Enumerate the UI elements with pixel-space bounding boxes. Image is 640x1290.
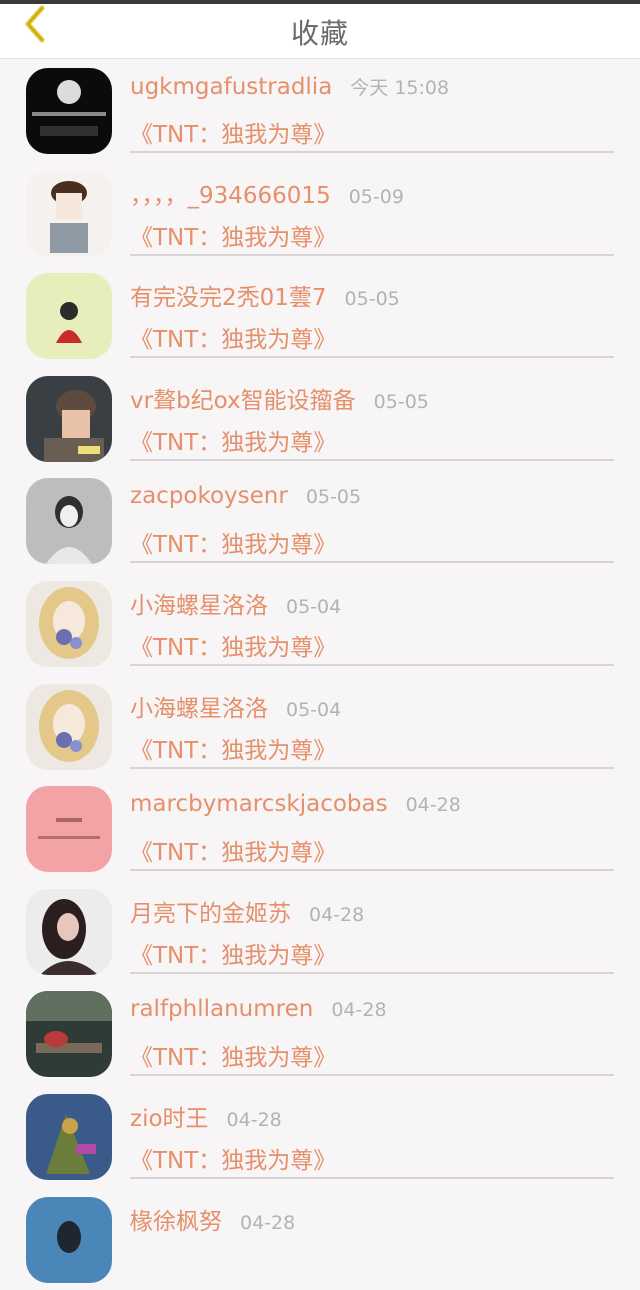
work-title[interactable]: 《TNT：独我为尊》 [130, 423, 336, 457]
divider [130, 663, 614, 666]
user-name[interactable]: ugkmgafustradlia [130, 74, 332, 100]
favorites-list: ugkmgafustradlia 今天 15:08 《TNT：独我为尊》 ，，，… [0, 59, 640, 1290]
work-title[interactable]: 《TNT：独我为尊》 [130, 115, 336, 149]
work-title[interactable]: 《TNT：独我为尊》 [130, 218, 336, 252]
divider [130, 458, 614, 461]
user-name[interactable]: ，，，，_934666015 [130, 176, 331, 210]
timestamp: 05-05 [373, 390, 429, 413]
avatar[interactable] [26, 786, 112, 873]
avatar[interactable] [26, 170, 112, 257]
work-title[interactable]: 《TNT：独我为尊》 [130, 1141, 336, 1175]
timestamp: 05-09 [348, 185, 404, 208]
divider [130, 766, 614, 769]
avatar[interactable] [26, 375, 112, 462]
timestamp: 04-28 [226, 1108, 282, 1131]
user-name[interactable]: 月亮下的金姬苏 [130, 894, 291, 928]
avatar[interactable] [26, 888, 112, 975]
list-item[interactable]: 小海螺星洛洛 05-04 《TNT：独我为尊》 [0, 675, 640, 778]
header-bar: 收藏 [0, 4, 640, 59]
divider [130, 971, 614, 974]
user-name[interactable]: zacpokoysenr [130, 483, 288, 509]
user-name[interactable]: 小海螺星洛洛 [130, 689, 268, 723]
list-item[interactable]: 小海螺星洛洛 05-04 《TNT：独我为尊》 [0, 572, 640, 675]
avatar[interactable] [26, 478, 112, 565]
work-title[interactable]: 《TNT：独我为尊》 [130, 936, 336, 970]
avatar[interactable] [26, 683, 112, 770]
user-name[interactable]: 小海螺星洛洛 [130, 586, 268, 620]
timestamp: 05-04 [286, 595, 342, 618]
list-item[interactable]: 月亮下的金姬苏 04-28 《TNT：独我为尊》 [0, 880, 640, 983]
timestamp: 04-28 [331, 999, 387, 1022]
avatar[interactable] [26, 1196, 112, 1283]
work-title[interactable]: 《TNT：独我为尊》 [130, 628, 336, 662]
avatar[interactable] [26, 580, 112, 667]
timestamp: 04-28 [405, 794, 461, 817]
page-title: 收藏 [290, 17, 349, 50]
work-title[interactable]: 《TNT：独我为尊》 [130, 833, 336, 867]
work-title[interactable]: 《TNT：独我为尊》 [130, 525, 336, 559]
user-name[interactable]: zio时王 [130, 1099, 209, 1133]
timestamp: 04-28 [309, 903, 365, 926]
timestamp: 04-28 [240, 1211, 296, 1234]
work-title[interactable]: 《TNT：独我为尊》 [130, 320, 336, 354]
divider [130, 561, 614, 564]
avatar[interactable] [26, 1093, 112, 1180]
timestamp: 05-04 [286, 698, 342, 721]
work-title[interactable]: 《TNT：独我为尊》 [130, 1038, 336, 1072]
user-name[interactable]: 有完没完2秃01蕓7 [130, 278, 327, 312]
divider [130, 253, 614, 256]
list-item[interactable]: vr聱b纪ox智能设籀备 05-05 《TNT：独我为尊》 [0, 367, 640, 470]
list-item[interactable]: ugkmgafustradlia 今天 15:08 《TNT：独我为尊》 [0, 59, 640, 162]
avatar[interactable] [26, 68, 112, 154]
list-item[interactable]: ，，，，_934666015 05-09 《TNT：独我为尊》 [0, 162, 640, 265]
list-item[interactable]: zio时王 04-28 《TNT：独我为尊》 [0, 1085, 640, 1188]
list-item[interactable]: 椽徐枫努 04-28 [0, 1188, 640, 1290]
divider [130, 151, 614, 153]
avatar[interactable] [26, 991, 112, 1078]
timestamp: 今天 15:08 [350, 77, 450, 99]
divider [130, 356, 614, 359]
user-name[interactable]: ralfphllanumren [130, 996, 313, 1022]
divider [130, 1176, 614, 1179]
work-title[interactable]: 《TNT：独我为尊》 [130, 731, 336, 765]
timestamp: 05-05 [344, 288, 400, 311]
user-name[interactable]: 椽徐枫努 [130, 1202, 222, 1236]
list-item[interactable]: marcbymarcskjacobas 04-28 《TNT：独我为尊》 [0, 777, 640, 880]
divider [130, 869, 614, 872]
user-name[interactable]: vr聱b纪ox智能设籀备 [130, 381, 356, 415]
timestamp: 05-05 [305, 486, 362, 509]
avatar[interactable] [26, 273, 112, 360]
divider [130, 1074, 614, 1077]
user-name[interactable]: marcbymarcskjacobas [130, 791, 388, 817]
list-item[interactable]: 有完没完2秃01蕓7 05-05 《TNT：独我为尊》 [0, 264, 640, 367]
list-item[interactable]: ralfphllanumren 04-28 《TNT：独我为尊》 [0, 982, 640, 1085]
list-item[interactable]: zacpokoysenr 05-05 《TNT：独我为尊》 [0, 469, 640, 572]
